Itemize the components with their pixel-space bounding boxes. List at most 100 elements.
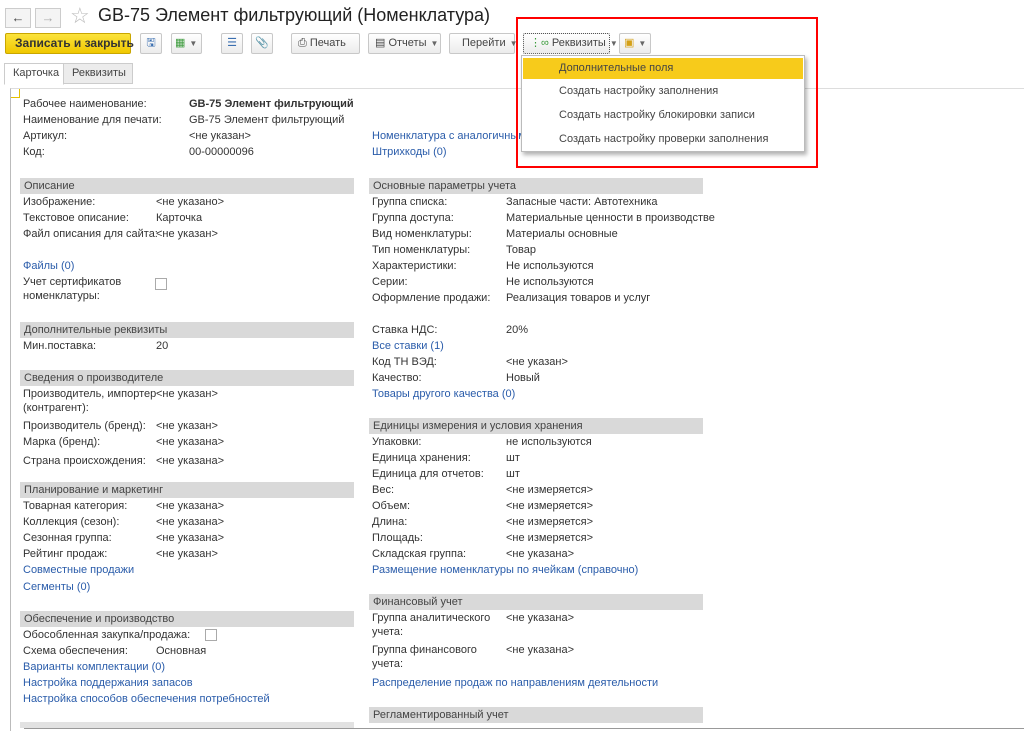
collection-value[interactable]: <не указана> bbox=[156, 516, 224, 529]
code-value[interactable]: 00-00000096 bbox=[189, 146, 254, 159]
type-label: Тип номенклатуры: bbox=[372, 244, 471, 256]
kind-value[interactable]: Материалы основные bbox=[506, 228, 618, 241]
season-value[interactable]: <не указана> bbox=[156, 532, 224, 545]
placement-link[interactable]: Размещение номенклатуры по ячейкам (спра… bbox=[372, 564, 638, 577]
mark-label: Марка (бренд): bbox=[23, 436, 101, 448]
country-label: Страна происхождения: bbox=[23, 455, 146, 467]
analytic-group-value[interactable]: <не указана> bbox=[506, 612, 574, 625]
list-icon[interactable]: ☰ bbox=[221, 33, 243, 54]
importer-label-2: (контрагент): bbox=[23, 402, 89, 414]
article-value[interactable]: <не указан> bbox=[189, 130, 251, 143]
supply-scheme-value[interactable]: Основная bbox=[156, 645, 206, 658]
report-unit-value[interactable]: шт bbox=[506, 468, 520, 481]
save-close-button[interactable]: Записать и закрыть bbox=[5, 33, 134, 54]
report-icon: ▤ bbox=[375, 37, 389, 49]
section-header-producer: Сведения о производителе bbox=[20, 370, 354, 386]
section-header-description: Описание bbox=[20, 178, 354, 194]
volume-label: Объем: bbox=[372, 500, 411, 512]
horizontal-scrollbar[interactable] bbox=[24, 728, 1024, 729]
joint-sales-link[interactable]: Совместные продажи bbox=[23, 564, 134, 577]
type-value[interactable]: Товар bbox=[506, 244, 536, 257]
characteristics-value[interactable]: Не используются bbox=[506, 260, 594, 273]
section-header-units: Единицы измерения и условия хранения bbox=[369, 418, 703, 434]
vat-value[interactable]: 20% bbox=[506, 324, 528, 337]
area-value[interactable]: <не измеряется> bbox=[506, 532, 593, 545]
brand-value[interactable]: <не указан> bbox=[156, 420, 218, 433]
finance-group-label-2: учета: bbox=[372, 658, 404, 670]
list-group-label: Группа списка: bbox=[372, 196, 448, 208]
warehouse-group-value[interactable]: <не указана> bbox=[506, 548, 574, 561]
work-name-value[interactable]: GB-75 Элемент фильтрующий bbox=[189, 98, 354, 111]
print-button[interactable]: ⎙ Печать bbox=[291, 33, 360, 54]
list-group-value[interactable]: Запасные части: Автотехника bbox=[506, 196, 658, 209]
vat-label: Ставка НДС: bbox=[372, 324, 438, 336]
all-rates-link[interactable]: Все ставки (1) bbox=[372, 340, 444, 353]
separate-purchase-checkbox[interactable] bbox=[205, 629, 217, 641]
site-file-value[interactable]: <не указан> bbox=[156, 228, 218, 241]
finance-group-value[interactable]: <не указана> bbox=[506, 644, 574, 657]
variants-link[interactable]: Варианты комплектации (0) bbox=[23, 661, 165, 674]
analytic-group-label-2: учета: bbox=[372, 626, 404, 638]
section-header-regulated: Регламентированный учет bbox=[369, 707, 703, 723]
image-value[interactable]: <не указано> bbox=[156, 196, 224, 209]
segments-link[interactable]: Сегменты (0) bbox=[23, 581, 90, 594]
rating-value[interactable]: <не указан> bbox=[156, 548, 218, 561]
work-name-label: Рабочее наименование: bbox=[23, 98, 147, 110]
tnved-value[interactable]: <не указан> bbox=[506, 356, 568, 369]
kind-label: Вид номенклатуры: bbox=[372, 228, 472, 240]
storage-unit-value[interactable]: шт bbox=[506, 452, 520, 465]
attachment-icon[interactable]: 📎 bbox=[251, 33, 273, 54]
supply-methods-link[interactable]: Настройка способов обеспечения потребнос… bbox=[23, 693, 270, 706]
mark-value[interactable]: <не указана> bbox=[156, 436, 224, 449]
packages-value[interactable]: не используются bbox=[506, 436, 592, 449]
section-header-extra: Дополнительные реквизиты bbox=[20, 322, 354, 338]
volume-value[interactable]: <не измеряется> bbox=[506, 500, 593, 513]
other-quality-link[interactable]: Товары другого качества (0) bbox=[372, 388, 515, 401]
cert-label-2: номенклатуры: bbox=[23, 290, 100, 302]
characteristics-label: Характеристики: bbox=[372, 260, 457, 272]
back-button[interactable]: ← bbox=[5, 8, 31, 28]
favorite-star-icon[interactable]: ☆ bbox=[70, 3, 90, 29]
access-group-value[interactable]: Материальные ценности в производстве bbox=[506, 212, 715, 225]
text-description-label: Текстовое описание: bbox=[23, 212, 129, 224]
barcodes-link[interactable]: Штрихкоды (0) bbox=[372, 146, 447, 159]
article-label: Артикул: bbox=[23, 130, 68, 142]
category-value[interactable]: <не указана> bbox=[156, 500, 224, 513]
cert-checkbox[interactable] bbox=[155, 278, 167, 290]
length-value[interactable]: <не измеряется> bbox=[506, 516, 593, 529]
importer-value[interactable]: <не указан> bbox=[156, 388, 218, 401]
access-group-label: Группа доступа: bbox=[372, 212, 454, 224]
forward-button[interactable]: → bbox=[35, 8, 61, 28]
report-unit-label: Единица для отчетов: bbox=[372, 468, 484, 480]
files-link[interactable]: Файлы (0) bbox=[23, 260, 74, 273]
area-label: Площадь: bbox=[372, 532, 423, 544]
series-value[interactable]: Не используются bbox=[506, 276, 594, 289]
distribution-link[interactable]: Распределение продаж по направлениям дея… bbox=[372, 677, 658, 690]
copy-icon[interactable]: ▦ ▼ bbox=[171, 33, 202, 54]
printer-icon: ⎙ bbox=[298, 37, 310, 49]
tab-card[interactable]: Карточка bbox=[4, 63, 64, 85]
length-label: Длина: bbox=[372, 516, 408, 528]
goto-button[interactable]: Перейти ▼ bbox=[449, 33, 518, 54]
print-name-value[interactable]: GB-75 Элемент фильтрующий bbox=[189, 114, 344, 127]
save-icon[interactable]: 🖫 bbox=[140, 33, 162, 54]
rating-label: Рейтинг продаж: bbox=[23, 548, 108, 560]
section-header-finance: Финансовый учет bbox=[369, 594, 703, 610]
storage-unit-label: Единица хранения: bbox=[372, 452, 471, 464]
reports-button[interactable]: ▤ Отчеты ▼ bbox=[368, 33, 441, 54]
category-label: Товарная категория: bbox=[23, 500, 128, 512]
text-description-value[interactable]: Карточка bbox=[156, 212, 202, 225]
weight-value[interactable]: <не измеряется> bbox=[506, 484, 593, 497]
country-value[interactable]: <не указана> bbox=[156, 455, 224, 468]
min-supply-label: Мин.поставка: bbox=[23, 340, 97, 352]
code-label: Код: bbox=[23, 146, 45, 158]
min-supply-value[interactable]: 20 bbox=[156, 340, 168, 353]
brand-label: Производитель (бренд): bbox=[23, 420, 146, 432]
finance-group-label: Группа финансового bbox=[372, 644, 477, 656]
sale-value[interactable]: Реализация товаров и услуг bbox=[506, 292, 650, 305]
section-header-planning: Планирование и маркетинг bbox=[20, 482, 354, 498]
analog-link[interactable]: Номенклатура с аналогичными bbox=[372, 130, 532, 143]
stock-settings-link[interactable]: Настройка поддержания запасов bbox=[23, 677, 193, 690]
quality-value[interactable]: Новый bbox=[506, 372, 540, 385]
tab-requisites[interactable]: Реквизиты bbox=[63, 63, 133, 84]
